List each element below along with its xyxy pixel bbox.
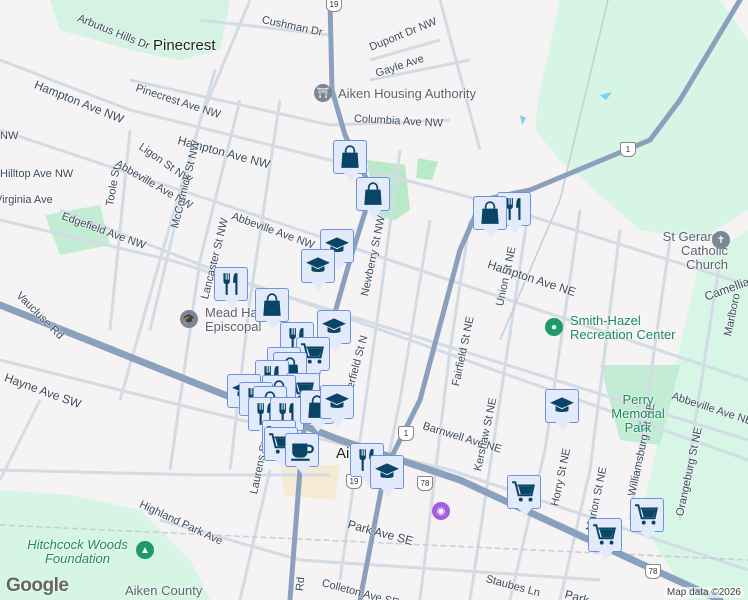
shopping-bag-icon	[477, 200, 503, 226]
grocery-cart-icon	[592, 522, 618, 548]
map-marker-grad[interactable]	[320, 385, 354, 427]
map-marker-bag[interactable]	[255, 288, 289, 330]
map-marker-bag[interactable]	[333, 140, 367, 182]
map-canvas[interactable]: Arbutus Hills Dr Cushman Dr Dupont Dr NW…	[0, 0, 748, 600]
poi-hitchcock-woods[interactable]: Hitchcock Woods Foundation	[20, 538, 135, 566]
camera-icon[interactable]: ◉	[432, 502, 450, 520]
map-marker-fork[interactable]	[214, 267, 248, 309]
cafe-icon	[289, 437, 315, 463]
school-icon[interactable]: 🎓	[180, 310, 198, 328]
map-marker-cart[interactable]	[507, 475, 541, 517]
school-icon	[324, 389, 350, 415]
grocery-cart-icon	[511, 479, 537, 505]
tree-icon[interactable]: ▲	[136, 541, 154, 559]
street-label: NW	[0, 130, 19, 142]
map-marker-cup[interactable]	[285, 433, 319, 475]
church-cross-icon[interactable]: ✝	[712, 231, 730, 249]
map-marker-bag[interactable]	[356, 177, 390, 219]
school-icon	[549, 393, 575, 419]
poi-perry-memorial-park[interactable]: Perry Memorial Park	[605, 393, 671, 435]
shopping-bag-icon	[337, 144, 363, 170]
map-marker-cart[interactable]	[630, 498, 664, 540]
government-building-icon[interactable]: ⛩	[314, 84, 332, 102]
neighborhood-label: Pinecrest	[153, 37, 216, 54]
map-marker-bag[interactable]	[473, 196, 507, 238]
route-19-shield: 19	[326, 0, 342, 12]
street-label: Rd	[294, 576, 308, 592]
street-label: Virginia Ave	[0, 194, 53, 206]
map-marker-grad[interactable]	[370, 455, 404, 497]
us-1-shield: 1	[398, 426, 414, 441]
school-icon	[374, 459, 400, 485]
map-marker-grad[interactable]	[545, 389, 579, 431]
shopping-bag-icon	[360, 181, 386, 207]
recreation-center-icon[interactable]: ●	[545, 318, 563, 336]
us-78-shield: 78	[645, 564, 661, 579]
map-attribution[interactable]: Map data ©2026	[663, 587, 744, 598]
poi-aiken-housing-authority[interactable]: Aiken Housing Authority	[338, 86, 476, 101]
restaurant-icon	[218, 271, 244, 297]
google-logo: Google	[6, 575, 69, 596]
us-1-shield: 1	[620, 142, 636, 157]
poi-aiken-county[interactable]: Aiken County	[125, 583, 202, 598]
grocery-cart-icon	[634, 502, 660, 528]
shopping-bag-icon	[259, 292, 285, 318]
map-marker-grad[interactable]	[301, 249, 335, 291]
map-marker-cart[interactable]	[588, 518, 622, 560]
poi-smith-hazel-recreation-center[interactable]: Smith-Hazel Recreation Center	[570, 314, 690, 342]
street-label: Hilltop Ave NW	[0, 168, 74, 180]
us-78-shield: 78	[417, 476, 433, 491]
school-icon	[305, 253, 331, 279]
